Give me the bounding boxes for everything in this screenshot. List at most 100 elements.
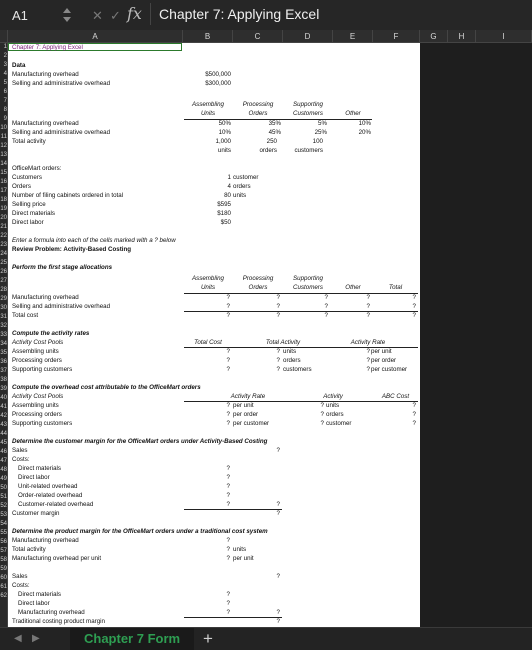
answer-cell[interactable]: ? (350, 312, 370, 320)
direct-labor-label[interactable]: Direct labor (12, 219, 44, 227)
answer-cell[interactable]: ? (396, 312, 416, 320)
row-header-36[interactable]: 36 (0, 359, 7, 368)
rate-unit-orders[interactable]: orders (283, 357, 301, 365)
instructions-text[interactable]: Enter a formula into each of the cells m… (12, 237, 176, 245)
assembling-units-label[interactable]: Assembling units (12, 348, 59, 356)
hdr-total-cost[interactable]: Total Cost (183, 339, 233, 347)
answer-cell[interactable]: ? (304, 411, 324, 419)
row-header-28[interactable]: 28 (0, 287, 7, 296)
ta-supporting[interactable]: 100 (283, 138, 323, 146)
answer-cell[interactable]: ? (260, 294, 280, 302)
hdr-units[interactable]: Units (183, 110, 233, 118)
answer-cell[interactable]: ? (210, 537, 230, 545)
oh-per-order[interactable]: per order (233, 411, 258, 419)
pm-sales[interactable]: Sales (12, 573, 27, 581)
row-header-41[interactable]: 41 (0, 404, 7, 413)
mfg-overhead-label-3[interactable]: Manufacturing overhead (12, 294, 79, 302)
ta-unit-label-0[interactable]: units (183, 147, 231, 155)
pm-traditional-margin[interactable]: Traditional costing product margin (12, 618, 105, 626)
hdr-orders[interactable]: Orders (233, 110, 283, 118)
row-header-12[interactable]: 12 (0, 143, 7, 152)
row-header-59[interactable]: 59 (0, 566, 7, 575)
hdr-orders-2[interactable]: Orders (233, 284, 283, 292)
row-header-50[interactable]: 50 (0, 485, 7, 494)
sa-pct-other[interactable]: 20% (333, 129, 371, 137)
answer-cell[interactable]: ? (260, 510, 280, 518)
mo-pct-other[interactable]: 10% (333, 120, 371, 128)
answer-cell[interactable]: ? (210, 474, 230, 482)
answer-cell[interactable]: ? (260, 312, 280, 320)
row-header-32[interactable]: 32 (0, 323, 7, 332)
answer-cell[interactable]: ? (260, 618, 280, 626)
hdr-processing[interactable]: Processing (233, 101, 283, 109)
sa-pct-assembling[interactable]: 10% (183, 129, 231, 137)
column-header-g[interactable]: G (420, 30, 448, 43)
answer-cell[interactable]: ? (210, 600, 230, 608)
row-header-56[interactable]: 56 (0, 539, 7, 548)
answer-cell[interactable]: ? (396, 420, 416, 428)
confirm-icon[interactable]: ✓ (110, 8, 121, 24)
pm-direct-materials[interactable]: Direct materials (18, 591, 61, 599)
hdr-total-activity[interactable]: Total Activity (248, 339, 318, 347)
hdr-activity[interactable]: Activity (308, 393, 358, 401)
hdr-units-2[interactable]: Units (183, 284, 233, 292)
answer-cell[interactable]: ? (308, 303, 328, 311)
column-header-h[interactable]: H (448, 30, 476, 43)
row-header-23[interactable]: 23 (0, 242, 7, 251)
activity-cost-pools-label[interactable]: Activity Cost Pools (12, 339, 63, 347)
mfg-overhead-label-2[interactable]: Manufacturing overhead (12, 120, 79, 128)
row-header-51[interactable]: 51 (0, 494, 7, 503)
name-box[interactable]: A1 (12, 8, 28, 23)
column-header-c[interactable]: C (233, 30, 283, 43)
row-header-18[interactable]: 18 (0, 197, 7, 206)
product-margin-title[interactable]: Determine the product margin for the Off… (12, 528, 268, 536)
add-sheet-button[interactable]: + (203, 629, 213, 649)
compute-overhead-title[interactable]: Compute the overhead cost attributable t… (12, 384, 201, 392)
answer-cell[interactable]: ? (260, 357, 280, 365)
selling-price-value[interactable]: $595 (183, 201, 231, 209)
row-header-54[interactable]: 54 (0, 521, 7, 530)
answer-cell[interactable]: ? (350, 303, 370, 311)
answer-cell[interactable]: ? (210, 402, 230, 410)
direct-labor-value[interactable]: $50 (183, 219, 231, 227)
row-header-62[interactable]: 62 (0, 593, 7, 602)
cm-unit-related[interactable]: Unit-related overhead (18, 483, 78, 491)
hdr-abc-cost[interactable]: ABC Cost (373, 393, 418, 401)
answer-cell[interactable]: ? (260, 609, 280, 617)
row-header-27[interactable]: 27 (0, 278, 7, 287)
selling-price-label[interactable]: Selling price (12, 201, 46, 209)
row-header-60[interactable]: 60 (0, 575, 7, 584)
pm-per-unit[interactable]: per unit (233, 555, 254, 563)
row-header-8[interactable]: 8 (0, 107, 7, 116)
row-header-13[interactable]: 13 (0, 152, 7, 161)
filing-cabinets-unit[interactable]: units (233, 192, 246, 200)
answer-cell[interactable]: ? (210, 348, 230, 356)
oh-customer[interactable]: customer (326, 420, 351, 428)
data-label[interactable]: Data (12, 62, 25, 70)
answer-cell[interactable]: ? (304, 420, 324, 428)
mo-pct-assembling[interactable]: 50% (183, 120, 231, 128)
row-header-9[interactable]: 9 (0, 116, 7, 125)
row-header-49[interactable]: 49 (0, 476, 7, 485)
cancel-icon[interactable]: ✕ (92, 8, 103, 24)
answer-cell[interactable]: ? (350, 366, 370, 374)
column-header-e[interactable]: E (333, 30, 373, 43)
answer-cell[interactable]: ? (396, 303, 416, 311)
row-header-42[interactable]: 42 (0, 413, 7, 422)
orders-unit[interactable]: orders (233, 183, 251, 191)
row-header-26[interactable]: 26 (0, 269, 7, 278)
review-problem-title[interactable]: Review Problem: Activity-Based Costing (12, 246, 131, 254)
hdr-total[interactable]: Total (373, 284, 418, 292)
answer-cell[interactable]: ? (396, 402, 416, 410)
row-header-40[interactable]: 40 (0, 395, 7, 404)
row-header-6[interactable]: 6 (0, 89, 7, 98)
row-header-7[interactable]: 7 (0, 98, 7, 107)
row-header-17[interactable]: 17 (0, 188, 7, 197)
hdr-supporting[interactable]: Supporting (283, 101, 333, 109)
cm-order-related[interactable]: Order-related overhead (18, 492, 82, 500)
pm-mfg-overhead-per-unit[interactable]: Manufacturing overhead per unit (12, 555, 101, 563)
row-header-58[interactable]: 58 (0, 557, 7, 566)
hdr-activity-rate[interactable]: Activity Rate (333, 339, 403, 347)
column-header-i[interactable]: I (476, 30, 532, 43)
answer-cell[interactable]: ? (210, 303, 230, 311)
